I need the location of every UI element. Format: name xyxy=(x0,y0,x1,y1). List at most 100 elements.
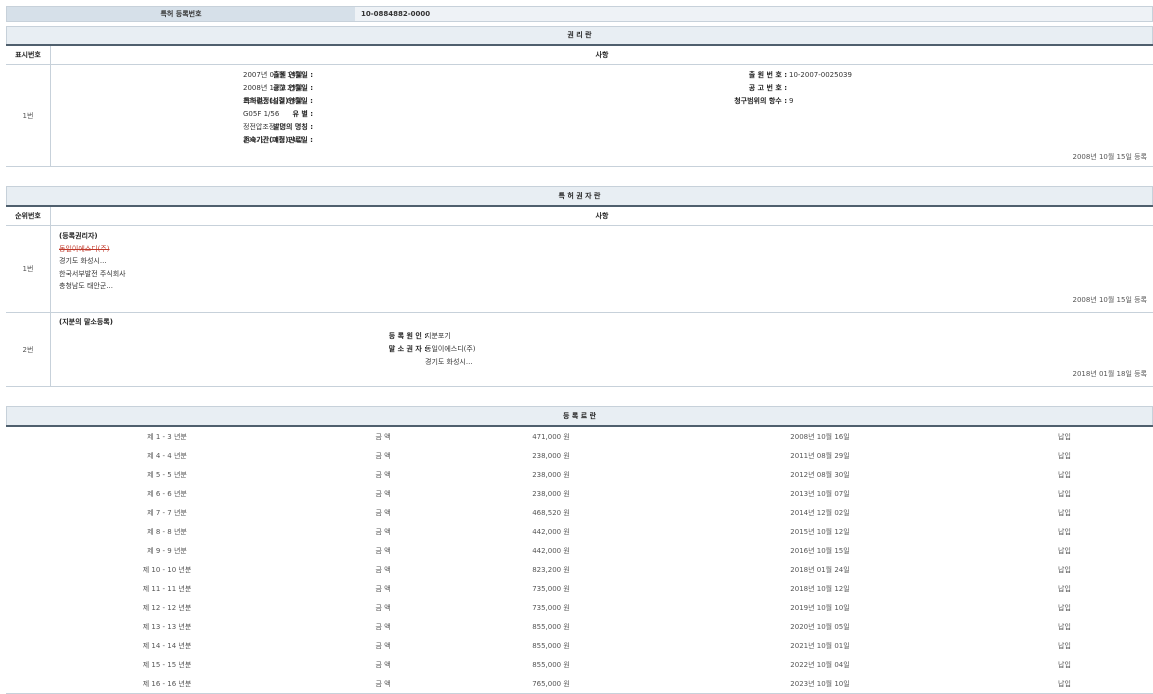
fee-amount: 238,000 원 xyxy=(438,484,664,503)
owner-entry1-heading: (등록권리자) xyxy=(59,230,126,243)
owner-entry2-values: 지분포기 동일이에스디(주) 경기도 화성시... xyxy=(425,330,476,369)
owner-entry2-content: (지분의 말소등록) 등 록 원 인 : 말 소 권 자 : 지분포기 동일이에… xyxy=(51,313,1153,387)
fee-paid-date: 2016년 10월 15일 xyxy=(664,541,976,560)
owner-section: 특 허 권 자 란 순위번호 사항 1번 (등록권리자) 동일이에스디(주) 경… xyxy=(6,186,1153,387)
owner-entry2-reg-date: 2018년 01월 18일 등록 xyxy=(1072,369,1147,379)
fee-paid-date: 2018년 01월 24일 xyxy=(664,560,976,579)
registration-label: 특허 등록번호 xyxy=(7,7,356,22)
registration-number: 10-0884882-0000 xyxy=(355,7,1153,22)
col-content: 사항 xyxy=(51,206,1153,226)
rights-entry-content: 출원 연월일 : 공고 연월일 : 특허결정(심결)연월일 : 유 별 : 발명… xyxy=(51,65,1153,167)
fee-amount-label: 금 액 xyxy=(328,426,438,446)
fee-paid-date: 2012년 08월 30일 xyxy=(664,465,976,484)
fee-section-title: 등 록 료 란 xyxy=(6,406,1153,425)
fee-row: 제 8 - 8 년분금 액442,000 원2015년 10월 12일납입 xyxy=(6,522,1153,541)
fee-row: 제 14 - 14 년분금 액855,000 원2021년 10월 01일납입 xyxy=(6,636,1153,655)
fee-period: 제 8 - 8 년분 xyxy=(6,522,328,541)
fee-status: 납입 xyxy=(976,636,1153,655)
owner-line: 충청남도 태안군... xyxy=(59,280,126,293)
fee-row: 제 12 - 12 년분금 액735,000 원2019년 10월 10일납입 xyxy=(6,598,1153,617)
owner-line: 한국서부발전 주식회사 xyxy=(59,268,126,281)
fee-amount: 735,000 원 xyxy=(438,579,664,598)
fee-paid-date: 2015년 10월 12일 xyxy=(664,522,976,541)
fee-row: 제 4 - 4 년분금 액238,000 원2011년 08월 29일납입 xyxy=(6,446,1153,465)
struck-owner: 동일이에스디(주) xyxy=(59,243,126,256)
fee-paid-date: 2008년 10월 16일 xyxy=(664,426,976,446)
owner-entry1-content: (등록권리자) 동일이에스디(주) 경기도 화성시... 한국서부발전 주식회사… xyxy=(51,226,1153,313)
fee-status: 납입 xyxy=(976,465,1153,484)
fee-status: 납입 xyxy=(976,446,1153,465)
fee-period: 제 10 - 10 년분 xyxy=(6,560,328,579)
owner-entry1-lines: (등록권리자) 동일이에스디(주) 경기도 화성시... 한국서부발전 주식회사… xyxy=(59,230,126,293)
owner-entry2-labels: 등 록 원 인 : 말 소 권 자 : xyxy=(389,330,427,356)
fee-amount-label: 금 액 xyxy=(328,655,438,674)
fee-amount: 855,000 원 xyxy=(438,636,664,655)
fee-period: 제 7 - 7 년분 xyxy=(6,503,328,522)
fee-amount: 468,520 원 xyxy=(438,503,664,522)
fee-amount-label: 금 액 xyxy=(328,617,438,636)
fee-paid-date: 2021년 10월 01일 xyxy=(664,636,976,655)
fee-section: 등 록 료 란 제 1 - 3 년분금 액471,000 원2008년 10월 … xyxy=(6,406,1153,694)
fee-row: 제 11 - 11 년분금 액735,000 원2018년 10월 12일납입 xyxy=(6,579,1153,598)
fee-period: 제 11 - 11 년분 xyxy=(6,579,328,598)
fee-row: 제 7 - 7 년분금 액468,520 원2014년 12월 02일납입 xyxy=(6,503,1153,522)
owner-entry2-no: 2번 xyxy=(6,313,51,387)
fee-amount-label: 금 액 xyxy=(328,579,438,598)
fee-amount-label: 금 액 xyxy=(328,503,438,522)
rights-section-title: 권 리 란 xyxy=(6,26,1153,44)
fee-amount-label: 금 액 xyxy=(328,522,438,541)
rights-right-labels: 출 원 번 호 : 공 고 번 호 : 청구범위의 항수 : xyxy=(734,69,787,108)
fee-amount-label: 금 액 xyxy=(328,446,438,465)
owner-entry1-no: 1번 xyxy=(6,226,51,313)
owner-line: 경기도 화성시... xyxy=(59,255,126,268)
fee-paid-date: 2020년 10월 05일 xyxy=(664,617,976,636)
owner-section-title: 특 허 권 자 란 xyxy=(6,186,1153,205)
fee-amount: 471,000 원 xyxy=(438,426,664,446)
fee-period: 제 1 - 3 년분 xyxy=(6,426,328,446)
fee-amount-label: 금 액 xyxy=(328,465,438,484)
col-rank-no: 순위번호 xyxy=(6,206,51,226)
fee-paid-date: 2014년 12월 02일 xyxy=(664,503,976,522)
fee-status: 납입 xyxy=(976,426,1153,446)
owner-entry2-heading: (지분의 말소등록) xyxy=(59,317,113,327)
rights-right-values: 10-2007-0025039 9 xyxy=(789,69,852,108)
fee-amount: 855,000 원 xyxy=(438,617,664,636)
fee-status: 납입 xyxy=(976,560,1153,579)
fee-paid-date: 2019년 10월 10일 xyxy=(664,598,976,617)
fee-row: 제 6 - 6 년분금 액238,000 원2013년 10월 07일납입 xyxy=(6,484,1153,503)
owner-entry1-reg-date: 2008년 10월 15일 등록 xyxy=(1072,295,1147,305)
fee-paid-date: 2018년 10월 12일 xyxy=(664,579,976,598)
fee-amount-label: 금 액 xyxy=(328,541,438,560)
fee-row: 제 15 - 15 년분금 액855,000 원2022년 10월 04일납입 xyxy=(6,655,1153,674)
rights-section: 권 리 란 표시번호 사항 1번 출원 연월일 : 공고 연월일 : 특허결정(… xyxy=(6,26,1153,167)
rights-reg-date: 2008년 10월 15일 등록 xyxy=(1072,152,1147,162)
fee-period: 제 14 - 14 년분 xyxy=(6,636,328,655)
fee-status: 납입 xyxy=(976,617,1153,636)
fee-amount: 238,000 원 xyxy=(438,446,664,465)
fee-status: 납입 xyxy=(976,579,1153,598)
fee-period: 제 9 - 9 년분 xyxy=(6,541,328,560)
fee-row: 제 5 - 5 년분금 액238,000 원2012년 08월 30일납입 xyxy=(6,465,1153,484)
fee-period: 제 6 - 6 년분 xyxy=(6,484,328,503)
fee-paid-date: 2022년 10월 04일 xyxy=(664,655,976,674)
fee-amount: 238,000 원 xyxy=(438,465,664,484)
fee-period: 제 13 - 13 년분 xyxy=(6,617,328,636)
fee-amount: 442,000 원 xyxy=(438,541,664,560)
fee-period: 제 4 - 4 년분 xyxy=(6,446,328,465)
fee-status: 납입 xyxy=(976,598,1153,617)
rights-left-values: 2007년 03월 14일 2008년 10월 23일 2008년 10월 08… xyxy=(243,69,302,147)
fee-paid-date: 2011년 08월 29일 xyxy=(664,446,976,465)
fee-amount-label: 금 액 xyxy=(328,560,438,579)
rights-entry-no: 1번 xyxy=(6,65,51,167)
fee-period: 제 12 - 12 년분 xyxy=(6,598,328,617)
fee-status: 납입 xyxy=(976,503,1153,522)
fee-period: 제 5 - 5 년분 xyxy=(6,465,328,484)
fee-paid-date: 2013년 10월 07일 xyxy=(664,484,976,503)
fee-status: 납입 xyxy=(976,655,1153,674)
registration-header: 특허 등록번호 10-0884882-0000 xyxy=(6,6,1153,22)
fee-amount: 855,000 원 xyxy=(438,655,664,674)
fee-status: 납입 xyxy=(976,541,1153,560)
fee-row: 제 13 - 13 년분금 액855,000 원2020년 10월 05일납입 xyxy=(6,617,1153,636)
fee-amount-label: 금 액 xyxy=(328,484,438,503)
col-content: 사항 xyxy=(51,45,1153,65)
